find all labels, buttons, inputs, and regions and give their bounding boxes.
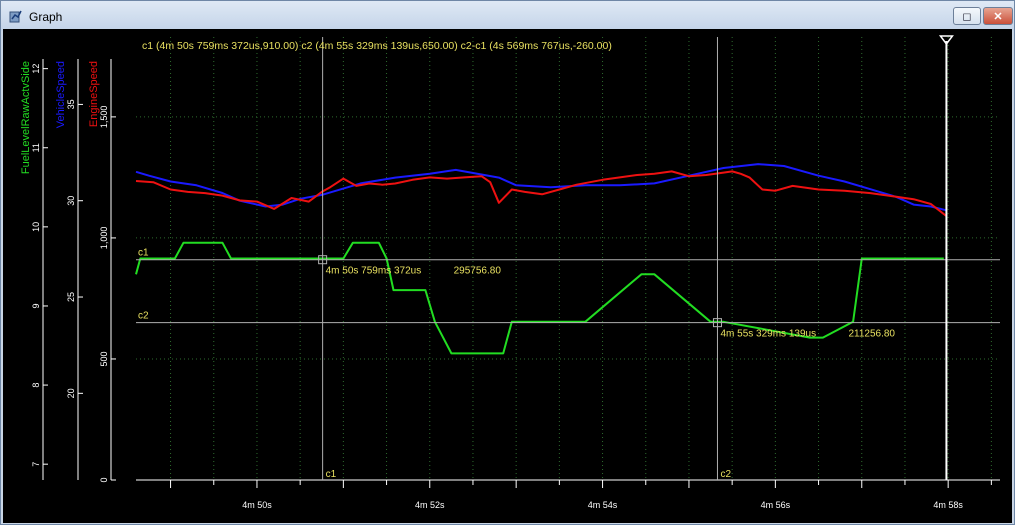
restore-icon: ◻ [962,10,972,23]
cursor-name-c2: c2 [138,311,149,322]
cursor-time-c2: 4m 55s 329ms 139us [720,329,816,340]
y-tick-label: 1,000 [99,227,109,250]
x-tick-label: 4m 54s [588,500,618,510]
end-marker-icon[interactable] [938,35,954,46]
y-tick-label: 11 [31,143,41,152]
y-axis-title: FuelLevelRawActvSide [20,61,32,174]
series-line-VehicleSpeed [135,163,947,212]
cursor-time-c1: 4m 50s 759ms 372us [326,266,422,277]
y-tick-label: 0 [99,477,109,482]
x-tick-label: 4m 50s [242,500,272,510]
restore-button[interactable]: ◻ [953,7,981,25]
x-tick-label: 4m 56s [761,500,791,510]
x-tick-label: 4m 58s [933,500,963,510]
cursor-bottom-label-c2: c2 [720,469,731,480]
y-tick-label: 30 [66,196,76,206]
graph-window: Graph ◻ ✕ 7 8 9 10 11 12 FuelLevelRawActvSide 2… [0,0,1015,525]
y-tick-label: 1,500 [99,106,109,129]
y-tick-label: 25 [66,292,76,302]
cursor-name-c1: c1 [138,248,149,259]
y-tick-label: 20 [66,388,76,398]
y-axes: 7 8 9 10 11 12FuelLevelRawActvSide 20 25 30 35Veh… [20,59,116,483]
series [135,163,948,355]
title-bar[interactable]: Graph ◻ ✕ [1,1,1014,31]
y-tick-label: 8 [31,383,41,388]
cursor-bottom-label-c1: c1 [326,469,337,480]
y-tick-label: 35 [66,99,76,109]
y-tick-label: 7 [31,462,41,467]
app-icon [9,10,22,23]
y-axis-title: VehicleSpeed [55,61,67,128]
close-button[interactable]: ✕ [983,7,1013,25]
y-tick-label: 12 [31,64,41,74]
y-axis-title: EngineSpeed [88,61,100,127]
close-icon: ✕ [993,10,1003,23]
cursor-readout: c1 (4m 50s 759ms 372us,910.00) c2 (4m 55… [142,40,612,52]
y-tick-label: 500 [99,351,109,366]
window-title: Graph [29,10,63,24]
y-tick-label: 10 [31,222,41,232]
chart-canvas[interactable]: 7 8 9 10 11 12FuelLevelRawActvSide 20 25 30 35Veh… [3,29,1012,523]
cursor-value-c1: 295756.80 [454,266,502,277]
x-axis: 4m 50s 4m 52s 4m 54s 4m 56s 4m 58s [136,479,1000,510]
x-tick-label: 4m 52s [415,500,445,510]
y-tick-label: 9 [31,303,41,308]
cursor-value-c2: 211256.80 [848,329,895,340]
plot-frame: 7 8 9 10 11 12 FuelLevelRawActvSide 20 25 30 35 Veh… [3,29,1012,523]
